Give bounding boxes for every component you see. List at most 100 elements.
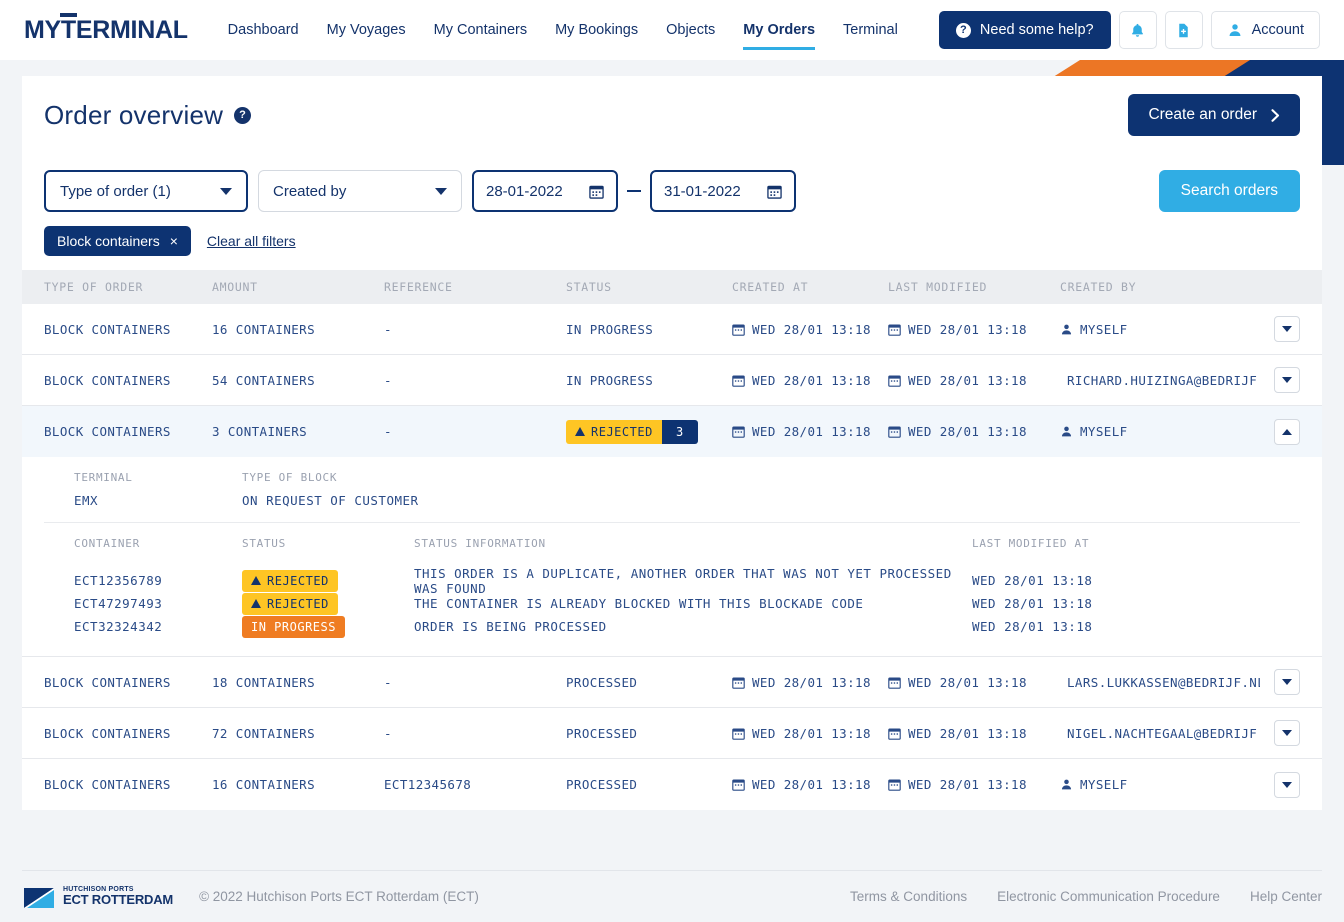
chevron-down-icon (220, 187, 232, 195)
ect-rotterdam-logo: HUTCHISON PORTS ECT ROTTERDAM (22, 884, 173, 910)
type-of-order-dropdown[interactable]: Type of order (1) (44, 170, 248, 212)
expand-row-button[interactable] (1274, 720, 1300, 746)
logo-prefix: MY (24, 15, 61, 44)
chevron-down-icon (1282, 326, 1292, 332)
calendar-icon (888, 727, 901, 740)
date-range-connector (627, 190, 641, 192)
date-from-input[interactable]: 28-01-2022 (472, 170, 618, 212)
table-row[interactable]: BLOCK CONTAINERS 72 CONTAINERS - PROCESS… (22, 708, 1322, 759)
last-modified-value: WED 28/01 13:18 (908, 372, 1027, 388)
cell-amount: 3 CONTAINERS (212, 424, 308, 439)
filter-chip-block-containers[interactable]: Block containers × (44, 226, 191, 256)
expand-row-button[interactable] (1274, 771, 1300, 798)
create-order-label: Create an order (1148, 106, 1257, 123)
cell-created-at: WED 28/01 13:18 (732, 322, 888, 337)
status-badge: REJECTED (242, 569, 338, 592)
cell-last-modified: WED 28/01 13:18 (888, 373, 1060, 388)
cell-actions (1260, 669, 1300, 695)
expand-row-button[interactable] (1274, 316, 1300, 342)
cell-created-at: WED 28/01 13:18 (732, 675, 888, 690)
column-header-status: STATUS (566, 280, 612, 294)
close-icon[interactable]: × (170, 234, 178, 248)
expand-row-button[interactable] (1274, 367, 1300, 393)
clear-all-filters-link[interactable]: Clear all filters (207, 233, 296, 249)
cell-reference: - (384, 725, 392, 741)
need-help-button[interactable]: ? Need some help? (938, 11, 1111, 49)
status-badge: REJECTED (242, 592, 338, 615)
created-at-value: WED 28/01 13:18 (752, 725, 871, 741)
type-of-block-label: TYPE OF BLOCK (242, 471, 338, 484)
account-button[interactable]: Account (1210, 11, 1320, 49)
subcolumn-header-container: CONTAINER (74, 537, 140, 550)
table-row[interactable]: BLOCK CONTAINERS 16 CONTAINERS ECT123456… (22, 759, 1322, 810)
table-header-row: TYPE OF ORDER AMOUNT REFERENCE STATUS CR… (22, 270, 1322, 304)
footer-logo-line2: ECT ROTTERDAM (63, 892, 174, 908)
cell-created-by: NIGEL.NACHTEGAAL@BEDRIJF.NL (1060, 726, 1260, 741)
logo-suffix: ERMINAL (75, 15, 188, 44)
nav-item-my-voyages[interactable]: My Voyages (327, 0, 406, 60)
collapse-row-button[interactable] (1274, 418, 1300, 445)
page-header-card: Order overview? Create an order (22, 76, 1322, 154)
cell-reference: ECT12345678 (384, 777, 472, 792)
container-row: ECT12356789 REJECTED THIS ORDER IS A DUP… (74, 566, 1300, 596)
calendar-icon (888, 374, 901, 387)
calendar-icon (888, 426, 901, 438)
search-orders-button[interactable]: Search orders (1158, 170, 1300, 212)
footer-link-help-center[interactable]: Help Center (1250, 889, 1322, 904)
nav-item-terminal[interactable]: Terminal (843, 0, 898, 60)
container-status-information: ORDER IS BEING PROCESSED (414, 619, 607, 634)
nav-item-objects[interactable]: Objects (666, 0, 715, 60)
cell-status: REJECTED 3 (566, 419, 732, 444)
filter-bar: Type of order (1) Created by 28-01-2022 … (22, 154, 1322, 270)
nav-item-dashboard[interactable]: Dashboard (228, 0, 299, 60)
cell-type-of-order: BLOCK CONTAINERS (44, 777, 171, 792)
user-icon (1061, 324, 1072, 334)
table-row[interactable]: BLOCK CONTAINERS 54 CONTAINERS - IN PROG… (22, 355, 1322, 406)
footer-links: Terms & Conditions Electronic Communicat… (850, 889, 1322, 904)
cell-actions (1260, 316, 1300, 342)
created-by-value: RICHARD.HUIZINGA@BEDRIJF.NL (1067, 372, 1260, 388)
table-row[interactable]: BLOCK CONTAINERS 18 CONTAINERS - PROCESS… (22, 657, 1322, 708)
created-by-dropdown[interactable]: Created by (258, 170, 462, 212)
cell-created-at: WED 28/01 13:18 (732, 777, 888, 792)
status-badge-label: REJECTED (267, 573, 329, 588)
active-filters-row: Block containers × Clear all filters (44, 226, 1300, 256)
nav-item-my-containers[interactable]: My Containers (434, 0, 527, 60)
cell-type-of-order: BLOCK CONTAINERS (44, 372, 171, 388)
container-id: ECT47297493 (74, 596, 163, 611)
page-help-icon[interactable]: ? (234, 106, 252, 124)
user-icon (1061, 779, 1072, 790)
cell-actions (1260, 771, 1300, 798)
documents-button[interactable] (1164, 11, 1203, 49)
subcolumn-header-status: STATUS (242, 537, 286, 550)
create-an-order-button[interactable]: Create an order (1128, 94, 1300, 136)
column-header-reference: REFERENCE (384, 280, 453, 294)
last-modified-value: WED 28/01 13:18 (908, 725, 1027, 741)
expand-row-button[interactable] (1274, 669, 1300, 695)
footer-link-electronic-communication-procedure[interactable]: Electronic Communication Procedure (997, 889, 1220, 904)
created-by-value: MYSELF (1080, 424, 1128, 439)
chevron-down-icon (1282, 377, 1292, 383)
table-row[interactable]: BLOCK CONTAINERS 16 CONTAINERS - IN PROG… (22, 304, 1322, 355)
myterminal-logo[interactable]: MY T ERMINAL (24, 12, 188, 45)
container-last-modified: WED 28/01 13:18 (972, 596, 1093, 611)
date-to-input[interactable]: 31-01-2022 (650, 170, 796, 212)
column-header-amount: AMOUNT (212, 280, 258, 294)
cell-status: IN PROGRESS (566, 372, 654, 388)
filter-controls-row: Type of order (1) Created by 28-01-2022 … (44, 170, 1300, 212)
container-row: ECT32324342 IN PROGRESS ORDER IS BEING P… (74, 615, 1300, 638)
cell-reference: - (384, 321, 392, 337)
status-badge: REJECTED (566, 419, 662, 444)
order-meta-section: TERMINAL TYPE OF BLOCK EMX ON REQUEST OF… (44, 457, 1300, 523)
calendar-icon (888, 323, 901, 336)
type-of-block-value: ON REQUEST OF CUSTOMER (242, 493, 419, 508)
main-content: Order overview? Create an order Type of … (0, 60, 1344, 810)
created-at-value: WED 28/01 13:18 (752, 321, 871, 337)
notifications-button[interactable] (1118, 11, 1157, 49)
footer-link-terms-conditions[interactable]: Terms & Conditions (850, 889, 967, 904)
cell-amount: 54 CONTAINERS (212, 372, 316, 388)
table-row-expanded[interactable]: BLOCK CONTAINERS 3 CONTAINERS - REJECTED… (22, 406, 1322, 457)
nav-item-my-orders[interactable]: My Orders (743, 0, 815, 60)
cell-status: PROCESSED (566, 674, 638, 690)
nav-item-my-bookings[interactable]: My Bookings (555, 0, 638, 60)
